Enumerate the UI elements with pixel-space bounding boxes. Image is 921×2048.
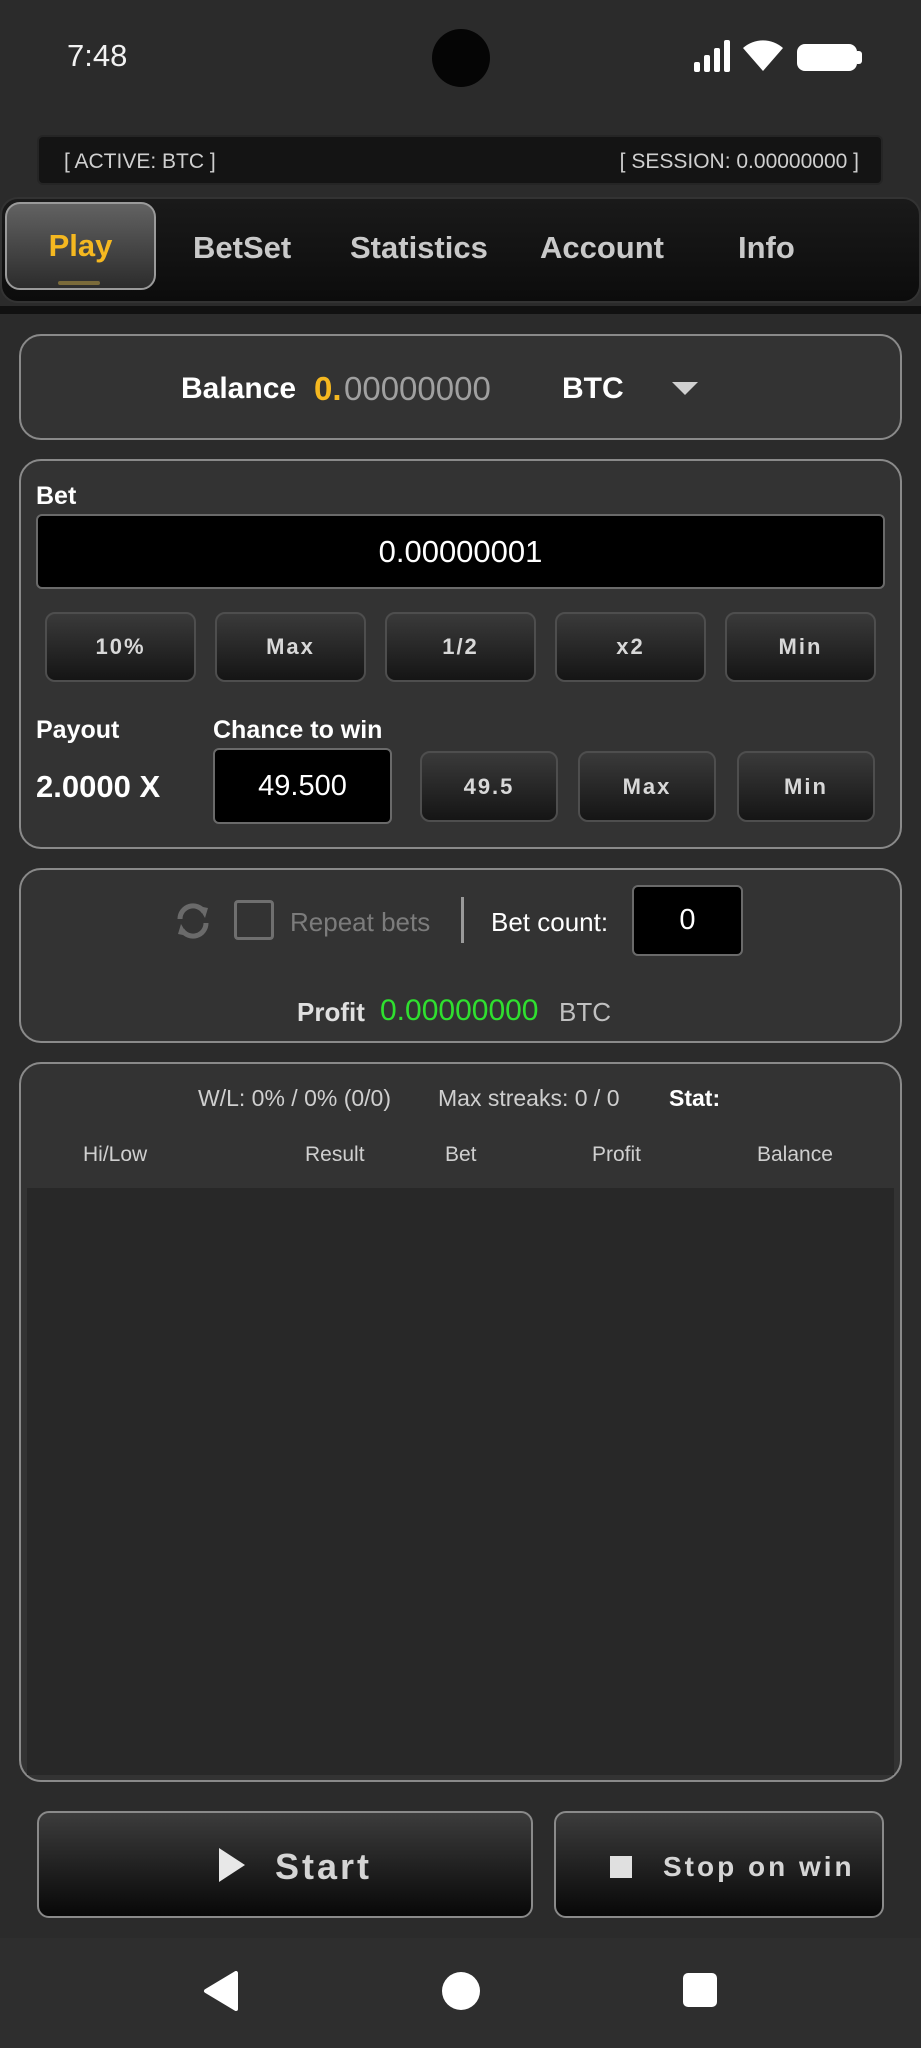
- bet-label: Bet: [36, 482, 77, 510]
- profit-value: 0.00000000: [380, 994, 539, 1027]
- profit-currency: BTC: [559, 997, 611, 1027]
- stop-on-win-button[interactable]: Stop on win: [554, 1811, 884, 1918]
- signal-icon: [694, 40, 730, 72]
- start-label: Start: [275, 1846, 373, 1887]
- currency-selected[interactable]: BTC: [562, 372, 624, 406]
- chance-input[interactable]: [213, 748, 392, 824]
- chance-49-5-button[interactable]: 49.5: [420, 751, 558, 822]
- column-bet: Bet: [445, 1143, 477, 1166]
- bet-count-label: Bet count:: [491, 907, 609, 937]
- bet-history-list[interactable]: [27, 1188, 894, 1775]
- column-profit: Profit: [592, 1143, 642, 1166]
- bet-half-button[interactable]: 1/2: [385, 612, 536, 682]
- payout-suffix: X: [139, 769, 161, 804]
- bet-count-input[interactable]: [632, 885, 743, 956]
- battery-icon: [797, 44, 857, 71]
- play-icon: [219, 1848, 245, 1882]
- column-hi-low: Hi/Low: [83, 1143, 148, 1166]
- session-text: [ SESSION: 0.00000000 ]: [619, 150, 859, 173]
- navigation-bar: [0, 1938, 921, 2048]
- start-button[interactable]: Start: [37, 1811, 533, 1918]
- balance-value: 00000000: [344, 370, 491, 407]
- chance-max-button[interactable]: Max: [578, 751, 716, 822]
- tab-account[interactable]: Account: [540, 230, 664, 266]
- bet-min-button[interactable]: Min: [725, 612, 876, 682]
- divider: [461, 897, 464, 943]
- bet-double-button[interactable]: x2: [555, 612, 706, 682]
- tab-statistics[interactable]: Statistics: [350, 230, 488, 266]
- recents-icon[interactable]: [683, 1973, 717, 2007]
- stop-on-win-label: Stop on win: [663, 1851, 855, 1882]
- home-icon[interactable]: [442, 1972, 480, 2010]
- active-currency-text: [ ACTIVE: BTC ]: [64, 150, 216, 173]
- stop-icon: [610, 1856, 632, 1878]
- stat-label: Stat:: [669, 1085, 721, 1111]
- chance-label: Chance to win: [213, 716, 383, 744]
- balance-label: Balance: [181, 372, 297, 405]
- camera-cutout: [432, 29, 490, 87]
- balance-value-prefix: 0.: [314, 370, 342, 407]
- payout-number: 2.0000: [36, 769, 131, 804]
- status-bar: 7:48: [0, 0, 921, 115]
- wifi-icon: [743, 40, 783, 71]
- column-balance: Balance: [757, 1143, 833, 1166]
- refresh-icon[interactable]: [174, 902, 212, 940]
- tab-betset[interactable]: BetSet: [193, 230, 291, 266]
- chance-min-button[interactable]: Min: [737, 751, 875, 822]
- max-streaks-text: Max streaks: 0 / 0: [438, 1085, 620, 1111]
- win-loss-text: W/L: 0% / 0% (0/0): [198, 1085, 392, 1111]
- bet-max-button[interactable]: Max: [215, 612, 366, 682]
- repeat-bets-label: Repeat bets: [290, 907, 431, 937]
- payout-value: 2.0000 X: [36, 769, 160, 805]
- back-icon[interactable]: [202, 1971, 238, 2011]
- tab-info[interactable]: Info: [738, 230, 795, 266]
- status-time: 7:48: [67, 38, 128, 73]
- bet-10-percent-button[interactable]: 10%: [45, 612, 196, 682]
- profit-label: Profit: [297, 997, 365, 1027]
- tab-play[interactable]: Play: [5, 202, 156, 290]
- info-bar: [ ACTIVE: BTC ] [ SESSION: 0.00000000 ]: [37, 135, 883, 185]
- bet-amount-input[interactable]: [36, 514, 885, 589]
- payout-label: Payout: [36, 716, 120, 744]
- column-result: Result: [305, 1143, 365, 1166]
- currency-dropdown-icon[interactable]: [672, 382, 698, 396]
- repeat-bets-checkbox[interactable]: [234, 900, 274, 940]
